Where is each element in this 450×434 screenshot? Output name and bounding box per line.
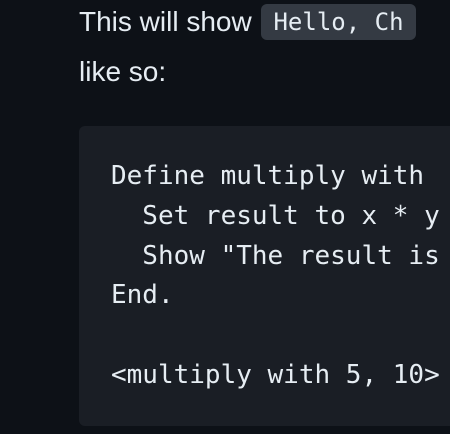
code-block: Define multiply with Set result to x * y…	[79, 126, 450, 426]
code-line: Set result to x * y	[111, 201, 440, 231]
paragraph-line-2: like so:	[79, 56, 167, 87]
inline-code: Hello, Ch	[261, 4, 416, 40]
message-content: This will show Hello, Ch like so: Define…	[79, 0, 450, 434]
code-line: Define multiply with	[111, 161, 425, 191]
paragraph-text: This will show	[79, 6, 260, 37]
code-line: End.	[111, 280, 174, 310]
paragraph-line-1: This will show Hello, Ch	[79, 4, 416, 40]
code-line: <multiply with 5, 10>	[111, 360, 440, 390]
code-line: Show "The result is	[111, 241, 440, 271]
